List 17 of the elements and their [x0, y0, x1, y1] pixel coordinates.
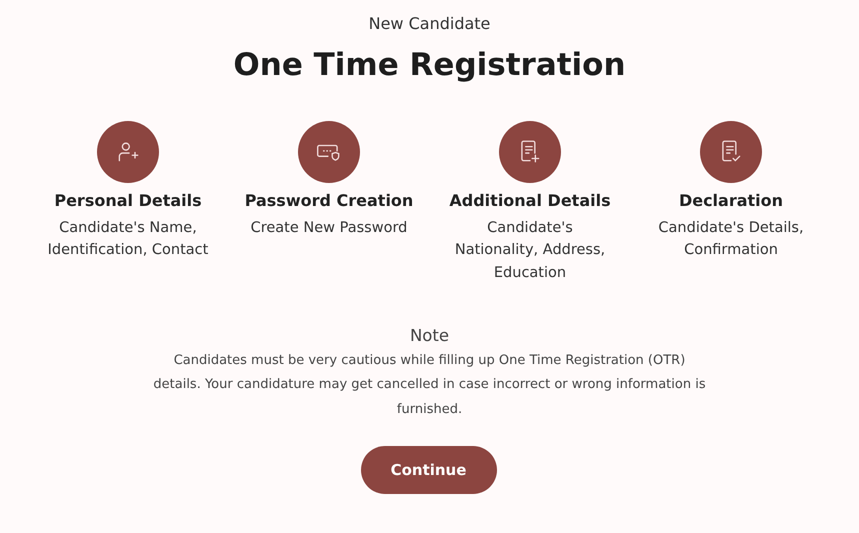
- note-text: Candidates must be very cautious while filling up One Time Registration (OTR) details. Your candidature may get cancelled in case incorrect or wrong information is furnished.: [152, 352, 707, 419]
- step-description: Education: [492, 264, 568, 282]
- step-title: Personal Details: [54, 190, 202, 212]
- continue-button[interactable]: Continue: [360, 446, 496, 494]
- step-title: Additional Details: [449, 190, 611, 212]
- step-description: Candidate's Name,: [58, 218, 198, 238]
- step-title: Password Creation: [244, 190, 414, 212]
- step-description: Confirmation: [683, 241, 779, 260]
- step-description: Create New Password: [250, 218, 408, 238]
- note-heading: Note: [408, 325, 450, 347]
- step-description: Nationality, Address,: [454, 241, 606, 260]
- step-description: Candidate's Details,: [658, 218, 804, 238]
- page-subtitle: New Candidate: [368, 13, 492, 35]
- step-description: Candidate's: [486, 218, 574, 238]
- step-title: Declaration: [678, 190, 784, 212]
- page-title: One Time Registration: [232, 46, 627, 85]
- step-description: Identification, Contact: [48, 241, 208, 260]
